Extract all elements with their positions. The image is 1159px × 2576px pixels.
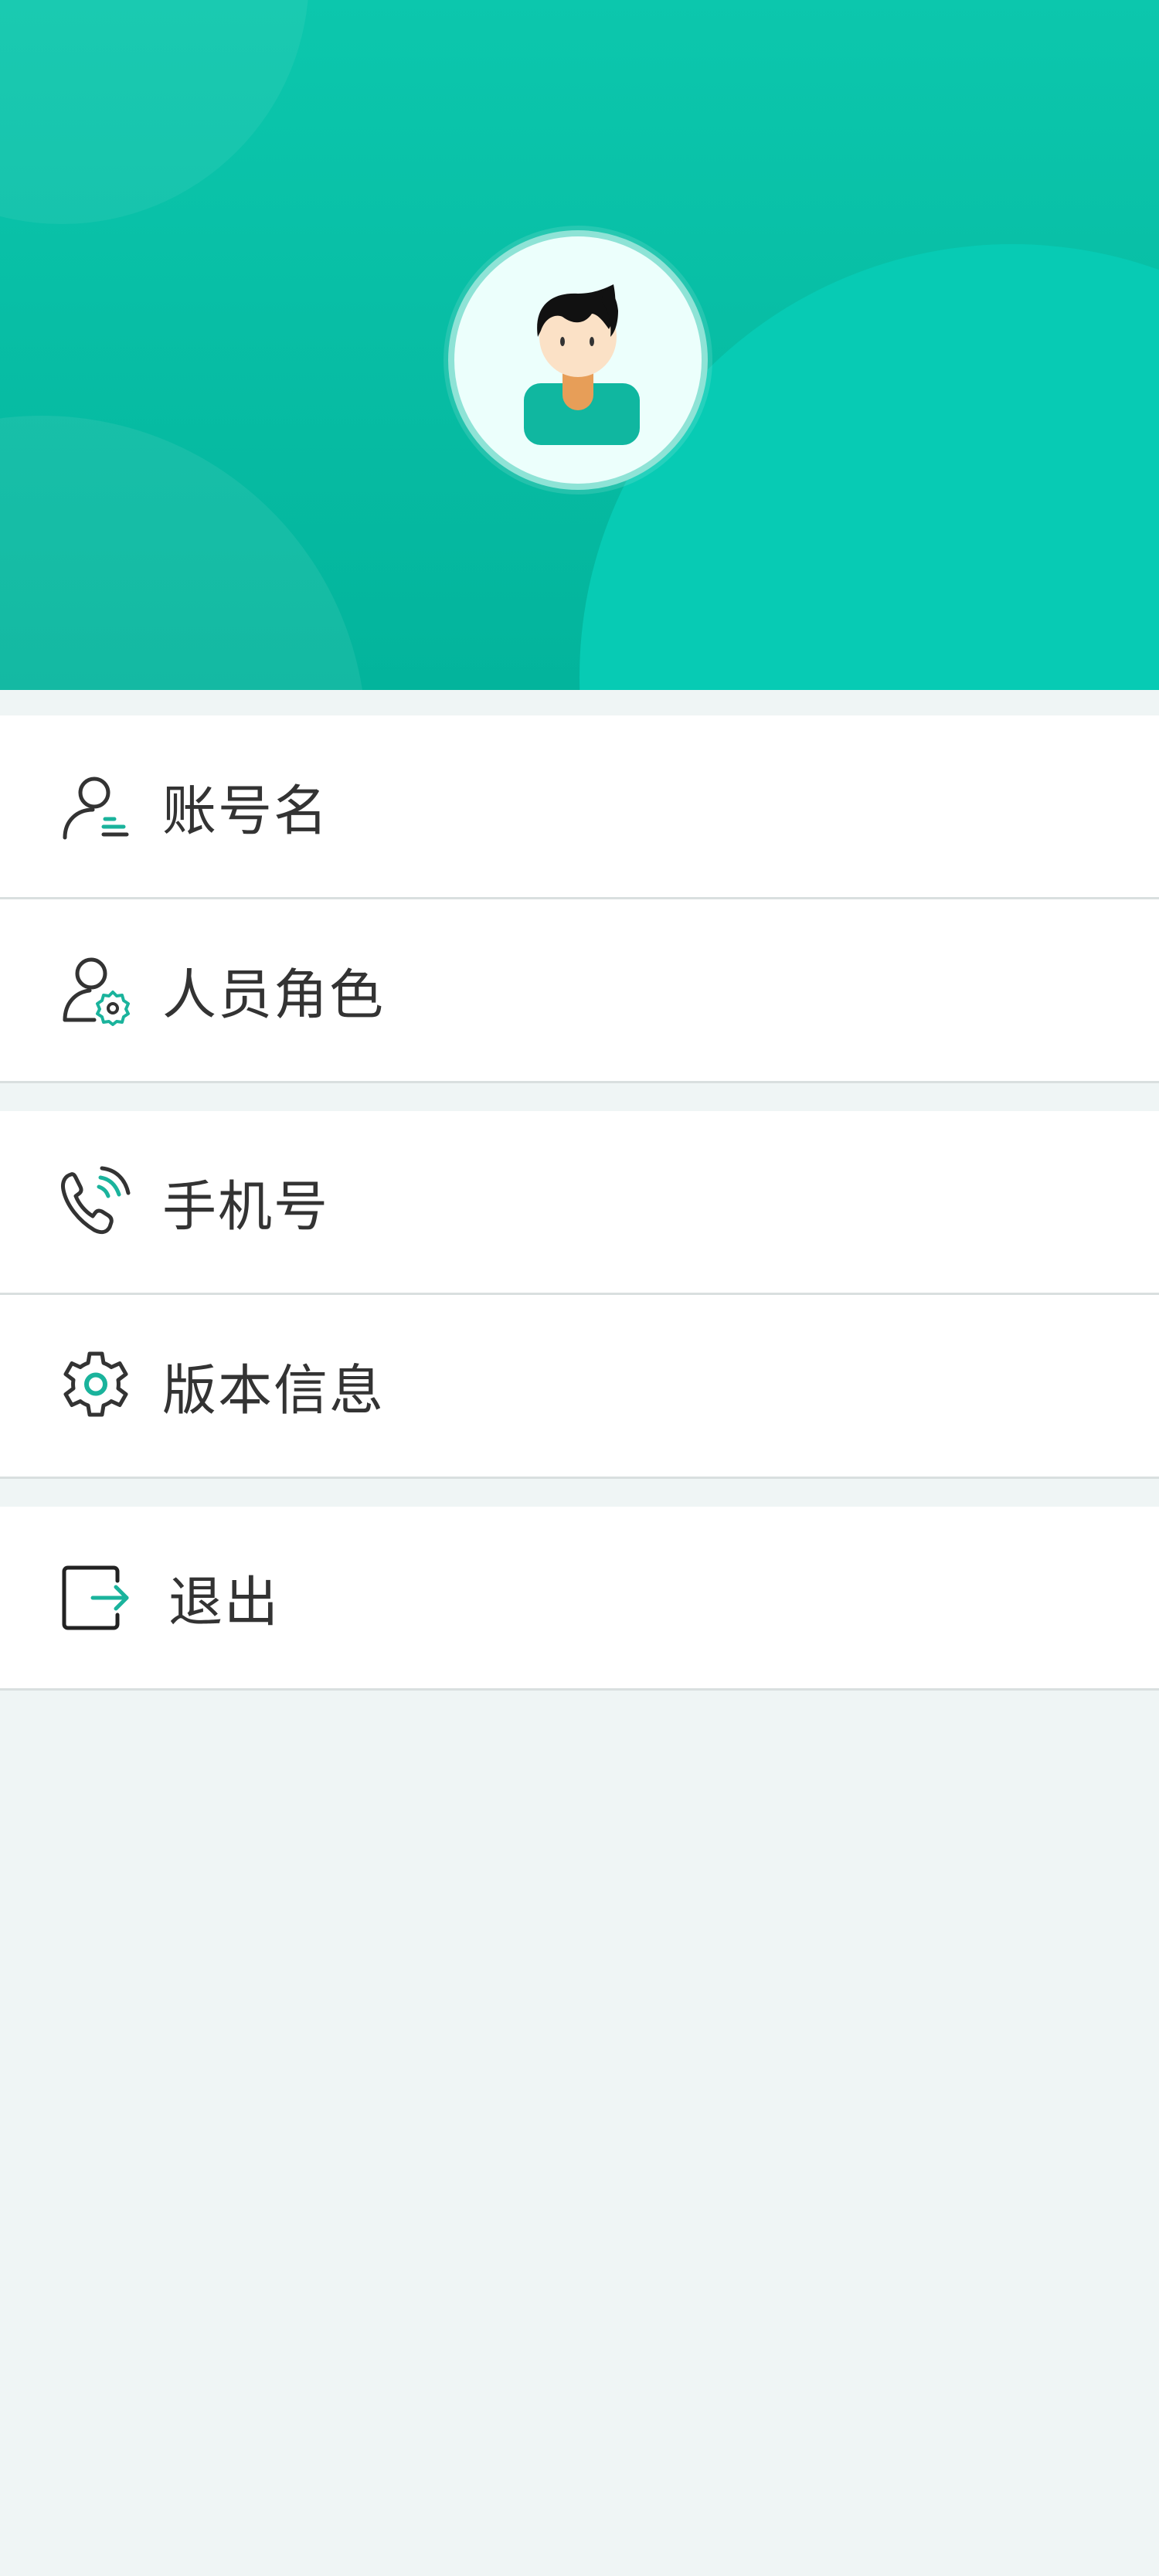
menu-item-label: 账号名 [162,779,329,842]
menu-item-account-name[interactable]: 账号名 [0,715,1159,899]
menu-item-version[interactable]: 版本信息 [0,1295,1159,1479]
menu-group-logout: 退出 [0,1507,1159,1691]
header-decoration-circle [0,416,366,690]
menu-item-label: 退出 [168,1570,280,1633]
role-settings-icon [59,953,133,1028]
logout-icon [59,1561,133,1635]
avatar-illustration-icon [524,284,640,445]
menu-item-phone[interactable]: 手机号 [0,1111,1159,1295]
gear-icon [59,1349,133,1423]
menu-item-label: 人员角色 [162,963,385,1026]
menu-item-logout[interactable]: 退出 [0,1507,1159,1691]
menu-item-label: 手机号 [162,1174,329,1238]
profile-header [0,0,1159,690]
menu-item-role[interactable]: 人员角色 [0,899,1159,1083]
menu-item-label: 版本信息 [162,1358,385,1422]
menu-group-info: 手机号 版本信息 [0,1111,1159,1479]
menu-group-account: 账号名 人员角色 [0,715,1159,1083]
avatar[interactable] [448,230,708,490]
phone-icon [59,1165,133,1239]
account-name-icon [59,770,133,844]
header-decoration-circle [0,0,309,224]
